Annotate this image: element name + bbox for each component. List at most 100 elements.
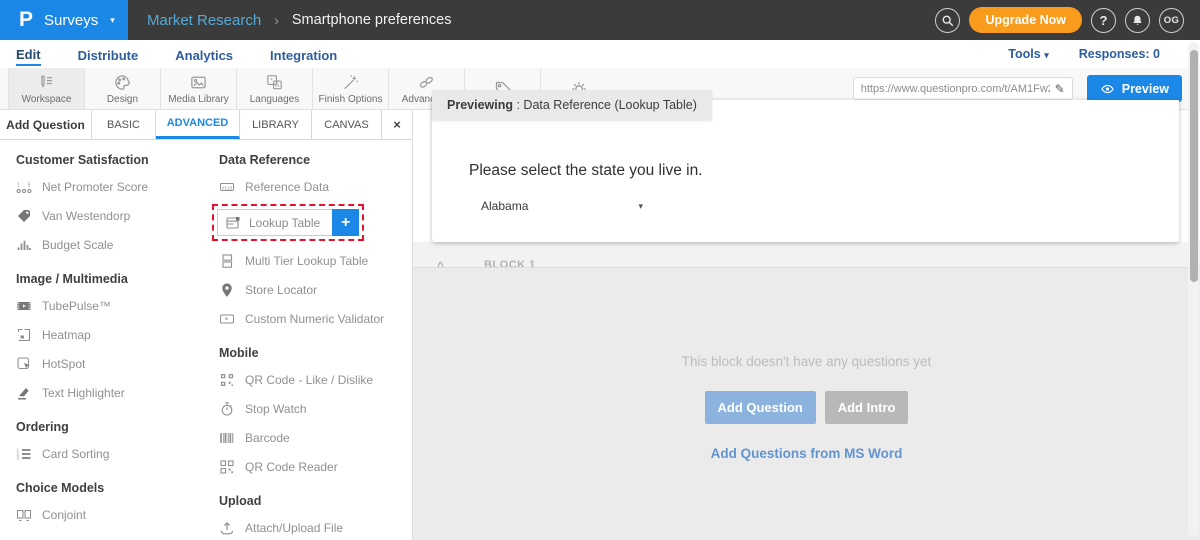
list-item-card-sorting[interactable]: 123 Card Sorting: [16, 439, 205, 468]
sidebar-column-right: Data Reference #123 Reference Data Looku…: [205, 140, 412, 540]
list-item-custom-numeric-validator[interactable]: * Custom Numeric Validator: [219, 304, 412, 333]
avatar[interactable]: OG: [1159, 8, 1184, 33]
upgrade-now-button[interactable]: Upgrade Now: [969, 7, 1082, 33]
qr-code-icon: [219, 372, 235, 388]
question-preview-panel: Previewing : Data Reference (Lookup Tabl…: [432, 100, 1179, 242]
collapse-block-icon[interactable]: ^: [437, 259, 444, 268]
upload-icon: [219, 520, 235, 536]
lookup-table-label[interactable]: Lookup Table: [241, 216, 333, 230]
chevron-down-icon: ▾: [638, 201, 643, 212]
preview-button[interactable]: Preview: [1087, 75, 1182, 102]
section-title: Image / Multimedia: [16, 272, 205, 286]
add-lookup-table-button[interactable]: +: [332, 209, 359, 236]
translate-icon: *A: [265, 73, 284, 92]
list-item-attach-upload-file[interactable]: Attach/Upload File: [219, 513, 412, 540]
state-dropdown[interactable]: Alabama ▾: [481, 199, 643, 213]
svg-text:*: *: [225, 315, 229, 325]
block-header: ^ BLOCK 1: [413, 242, 1200, 268]
add-question-button[interactable]: Add Question: [705, 391, 816, 424]
breadcrumb-current: Smartphone preferences: [292, 12, 452, 28]
notifications-button[interactable]: [1125, 8, 1150, 33]
block-area: ^ BLOCK 1 This block doesn't have any qu…: [413, 242, 1200, 540]
sidebar-column-left: Customer Satisfaction 15 Net Promoter Sc…: [0, 140, 205, 540]
list-item-net-promoter-score[interactable]: 15 Net Promoter Score: [16, 172, 205, 201]
breadcrumb: Market Research › Smartphone preferences: [147, 0, 451, 40]
list-item-reference-data[interactable]: #123 Reference Data: [219, 172, 412, 201]
list-item-stop-watch[interactable]: Stop Watch: [219, 394, 412, 423]
list-item-heatmap[interactable]: Heatmap: [16, 320, 205, 349]
tab-library[interactable]: LIBRARY: [240, 110, 312, 139]
image-icon: [189, 73, 208, 92]
svg-text:A: A: [275, 82, 280, 89]
list-item-van-westendorp[interactable]: Van Westendorp: [16, 201, 205, 230]
multi-tier-lookup-icon: [219, 253, 235, 269]
tab-basic[interactable]: BASIC: [92, 110, 156, 139]
palette-icon: [113, 73, 132, 92]
eye-icon: [1100, 83, 1115, 95]
close-panel-button[interactable]: ×: [382, 110, 412, 139]
menu-analytics[interactable]: Analytics: [175, 44, 233, 65]
breadcrumb-separator: ›: [274, 12, 279, 28]
scrollbar-thumb[interactable]: [1190, 50, 1198, 282]
state-dropdown-value: Alabama: [481, 199, 528, 213]
menubar-right: Tools ▾ Responses: 0: [1008, 47, 1184, 61]
stopwatch-icon: [219, 401, 235, 417]
toolbar-media-library[interactable]: Media Library: [160, 68, 236, 109]
tab-advanced[interactable]: ADVANCED: [156, 110, 240, 139]
list-item-store-locator[interactable]: Store Locator: [219, 275, 412, 304]
surveys-menu[interactable]: P Surveys ▾: [0, 0, 128, 40]
nps-icon: 15: [16, 179, 32, 195]
list-item-budget-scale[interactable]: Budget Scale: [16, 230, 205, 259]
section-title: Customer Satisfaction: [16, 153, 205, 167]
menu-integration[interactable]: Integration: [270, 44, 337, 65]
list-item-text-highlighter[interactable]: Text Highlighter: [16, 378, 205, 407]
toolbar-languages[interactable]: *A Languages: [236, 68, 312, 109]
list-item-qr-code-reader[interactable]: QR Code Reader: [219, 452, 412, 481]
tools-menu[interactable]: Tools ▾: [1008, 47, 1048, 61]
hotspot-icon: [16, 356, 32, 372]
questionpro-logo: P: [19, 8, 33, 32]
heatmap-icon: [16, 327, 32, 343]
scrollbar-track[interactable]: [1188, 42, 1199, 537]
card-sorting-icon: 123: [16, 446, 32, 462]
svg-text:1: 1: [17, 182, 20, 188]
list-item-barcode[interactable]: Barcode: [219, 423, 412, 452]
tab-canvas[interactable]: CANVAS: [312, 110, 382, 139]
responses-counter[interactable]: Responses: 0: [1079, 47, 1160, 61]
video-icon: [16, 298, 32, 314]
surveys-menu-label: Surveys: [44, 12, 98, 29]
workspace-icon: [37, 73, 56, 92]
svg-text:#123: #123: [222, 185, 233, 190]
question-tabs: Add Question BASIC ADVANCED LIBRARY CANV…: [0, 110, 412, 140]
svg-text:3: 3: [17, 455, 20, 460]
toolbar-design[interactable]: Design: [84, 68, 160, 109]
text-highlighter-icon: [16, 385, 32, 401]
help-button[interactable]: ?: [1091, 8, 1116, 33]
svg-text:*: *: [270, 77, 273, 84]
edit-url-icon[interactable]: ✎: [1055, 82, 1065, 96]
breadcrumb-parent[interactable]: Market Research: [147, 12, 261, 29]
budget-scale-icon: [16, 237, 32, 253]
toolbar-finish-options[interactable]: Finish Options: [312, 68, 388, 109]
chevron-down-icon: ▾: [1044, 50, 1049, 60]
section-title: Choice Models: [16, 481, 205, 495]
empty-block-body: This block doesn't have any questions ye…: [413, 268, 1200, 461]
list-item-multi-tier-lookup-table[interactable]: Multi Tier Lookup Table: [219, 246, 412, 275]
survey-url-field[interactable]: https://www.questionpro.com/t/AM1Fw2 ✎: [853, 77, 1073, 100]
add-questions-from-ms-word-link[interactable]: Add Questions from MS Word: [711, 446, 903, 461]
lookup-table-item[interactable]: Lookup Table +: [217, 209, 359, 236]
qr-reader-icon: [219, 459, 235, 475]
add-intro-button[interactable]: Add Intro: [825, 391, 909, 424]
list-item-conjoint[interactable]: Conjoint: [16, 500, 205, 529]
menu-edit[interactable]: Edit: [16, 43, 41, 66]
search-button[interactable]: [935, 8, 960, 33]
list-item-hotspot[interactable]: HotSpot: [16, 349, 205, 378]
menu-distribute[interactable]: Distribute: [78, 44, 139, 65]
tag-icon: [16, 208, 32, 224]
header-actions: Upgrade Now ? OG: [935, 0, 1200, 40]
list-item-qr-code-like-dislike[interactable]: QR Code - Like / Dislike: [219, 365, 412, 394]
list-item-tubepulse[interactable]: TubePulse™: [16, 291, 205, 320]
toolbar-workspace[interactable]: Workspace: [8, 68, 84, 109]
svg-text:5: 5: [28, 182, 31, 188]
reference-data-icon: #123: [219, 179, 235, 195]
